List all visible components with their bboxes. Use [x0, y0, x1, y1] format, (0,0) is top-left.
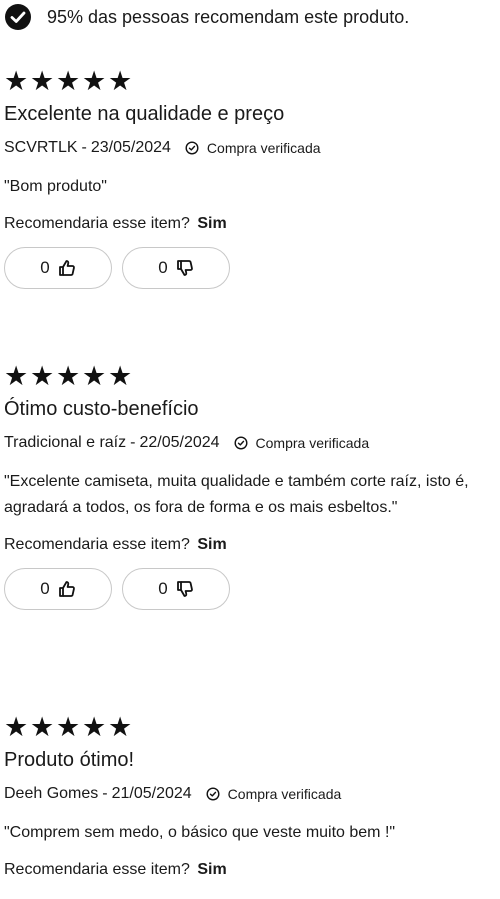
star-icon: ★ — [108, 65, 133, 96]
thumbs-down-icon — [176, 580, 194, 598]
star-icon: ★ — [4, 711, 29, 742]
review-meta: SCVRTLK - 23/05/2024 Compra verificada — [4, 138, 494, 158]
recommendation-summary: 95% das pessoas recomendam este produto. — [4, 2, 409, 32]
star-icon: ★ — [56, 65, 81, 96]
recommend-line: Recomendaria esse item? Sim — [4, 860, 494, 880]
check-circle-outline-icon — [234, 436, 248, 450]
recommend-answer: Sim — [197, 536, 227, 553]
star-rating: ★ ★ ★ ★ ★ — [4, 361, 494, 391]
helpful-count: 0 — [40, 258, 50, 277]
star-icon: ★ — [56, 360, 81, 391]
verified-label: Compra verificada — [255, 435, 370, 451]
not-helpful-button[interactable]: 0 — [122, 247, 230, 289]
review-card: ★ ★ ★ ★ ★ Produto ótimo! Deeh Gomes - 21… — [4, 712, 494, 880]
star-icon: ★ — [30, 711, 55, 742]
meta-separator: - — [102, 785, 108, 802]
review-date: 21/05/2024 — [111, 785, 192, 802]
verified-purchase-badge: Compra verificada — [206, 784, 342, 804]
review-title: Ótimo custo-benefício — [4, 398, 199, 420]
verified-purchase-badge: Compra verificada — [234, 433, 370, 453]
not-helpful-count: 0 — [158, 258, 168, 277]
star-icon: ★ — [4, 65, 29, 96]
summary-text: 95% das pessoas recomendam este produto. — [47, 6, 410, 27]
verified-purchase-badge: Compra verificada — [185, 138, 321, 158]
review-date: 22/05/2024 — [139, 434, 220, 451]
review-comment: "Excelente camiseta, muita qualidade e t… — [4, 473, 469, 516]
recommend-label: Recomendaria esse item? — [4, 861, 190, 878]
thumbs-up-icon — [58, 259, 76, 277]
recommend-label: Recomendaria esse item? — [4, 215, 190, 232]
verified-label: Compra verificada — [227, 786, 342, 802]
helpful-button[interactable]: 0 — [4, 247, 112, 289]
thumbs-down-icon — [176, 259, 194, 277]
star-icon: ★ — [30, 360, 55, 391]
check-circle-outline-icon — [185, 141, 199, 155]
star-icon: ★ — [82, 711, 107, 742]
star-icon: ★ — [30, 65, 55, 96]
review-card: ★ ★ ★ ★ ★ Excelente na qualidade e preço… — [4, 66, 494, 289]
star-rating: ★ ★ ★ ★ ★ — [4, 66, 494, 96]
star-icon: ★ — [56, 711, 81, 742]
star-icon: ★ — [108, 360, 133, 391]
meta-separator: - — [81, 139, 87, 156]
verified-label: Compra verificada — [206, 140, 321, 156]
not-helpful-count: 0 — [158, 579, 168, 598]
review-card: ★ ★ ★ ★ ★ Ótimo custo-benefício Tradicio… — [4, 361, 494, 610]
review-comment: "Comprem sem medo, o básico que veste mu… — [4, 824, 396, 841]
star-icon: ★ — [108, 711, 133, 742]
star-icon: ★ — [4, 360, 29, 391]
review-date: 23/05/2024 — [90, 139, 171, 156]
recommend-line: Recomendaria esse item? Sim — [4, 535, 494, 555]
review-comment: "Bom produto" — [4, 178, 107, 195]
check-circle-icon — [4, 3, 32, 31]
review-meta: Tradicional e raíz - 22/05/2024 Compra v… — [4, 433, 494, 453]
star-rating: ★ ★ ★ ★ ★ — [4, 712, 494, 742]
not-helpful-button[interactable]: 0 — [122, 568, 230, 610]
star-icon: ★ — [82, 360, 107, 391]
review-author: SCVRTLK — [4, 139, 78, 156]
check-circle-outline-icon — [206, 787, 220, 801]
recommend-answer: Sim — [197, 861, 227, 878]
review-author: Deeh Gomes — [4, 785, 99, 802]
recommend-label: Recomendaria esse item? — [4, 536, 190, 553]
vote-buttons: 0 0 — [4, 568, 494, 610]
thumbs-up-icon — [58, 580, 76, 598]
review-author: Tradicional e raíz — [4, 434, 127, 451]
review-meta: Deeh Gomes - 21/05/2024 Compra verificad… — [4, 784, 494, 804]
helpful-count: 0 — [40, 579, 50, 598]
meta-separator: - — [130, 434, 136, 451]
review-title: Produto ótimo! — [4, 749, 135, 771]
review-title: Excelente na qualidade e preço — [4, 103, 285, 125]
recommend-answer: Sim — [197, 215, 227, 232]
vote-buttons: 0 0 — [4, 247, 494, 289]
recommend-line: Recomendaria esse item? Sim — [4, 214, 494, 234]
helpful-button[interactable]: 0 — [4, 568, 112, 610]
star-icon: ★ — [82, 65, 107, 96]
